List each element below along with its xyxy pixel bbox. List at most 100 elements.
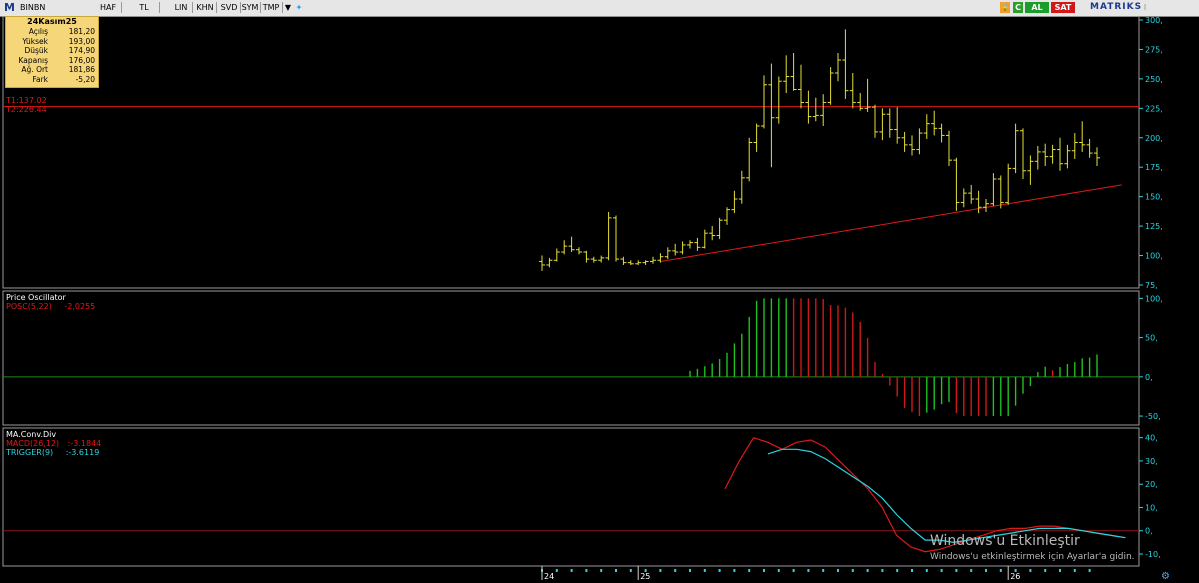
svd-button[interactable]: SVD	[218, 2, 241, 13]
date-axis-tick	[940, 569, 943, 572]
date-axis-tick	[911, 569, 913, 572]
date-axis-tick	[807, 569, 810, 572]
macd-y-tick-label: -10,	[1145, 550, 1161, 559]
t2-label: T2:226.44	[6, 105, 47, 114]
date-axis-tick	[689, 569, 691, 572]
settings-icon[interactable]: ⚙	[1161, 571, 1170, 582]
date-axis-tick	[866, 569, 869, 572]
date-axis-tick	[629, 569, 632, 572]
price-y-tick-label: 200,	[1145, 134, 1163, 143]
price-bar	[642, 260, 649, 265]
template-button[interactable]: TMP	[260, 2, 283, 13]
price-bar	[1020, 128, 1026, 179]
info-row-diff: Fark -5,20	[32, 74, 95, 84]
price-bar	[590, 256, 597, 263]
chart-area[interactable]: 75,100,125,150,175,200,225,250,275,300,-…	[0, 16, 1199, 583]
price-bar	[553, 248, 560, 262]
price-bar	[576, 247, 582, 255]
price-bar	[1064, 144, 1071, 169]
price-bar	[605, 211, 612, 261]
price-y-tick-label: 275,	[1145, 45, 1163, 54]
macd-y-tick-label: 20,	[1145, 480, 1158, 489]
price-y-tick-label: 125,	[1145, 222, 1163, 231]
lock-icon[interactable]: 🔒	[1000, 2, 1010, 13]
date-axis-label: 24	[544, 572, 554, 581]
price-y-tick-label: 150,	[1145, 193, 1163, 202]
trigger-line	[767, 448, 1126, 544]
price-bar	[983, 199, 989, 212]
price-bar	[827, 67, 834, 105]
price-bar	[539, 255, 545, 271]
price-bar	[716, 217, 723, 240]
hourly-button[interactable]: HAF	[95, 2, 122, 13]
price-bar	[761, 75, 767, 129]
date-axis-tick	[1059, 569, 1061, 572]
price-bar	[812, 97, 819, 122]
refresh-icon[interactable]: C	[1013, 2, 1023, 13]
trigger-label: TRIGGER(9) :-3.6119	[6, 448, 100, 457]
symbol-field[interactable]: BINBN	[20, 3, 45, 12]
date-axis-tick	[615, 569, 617, 572]
dropdown-arrow-icon[interactable]: ▼	[283, 2, 293, 13]
price-bar	[650, 256, 656, 264]
price-bar	[620, 256, 627, 265]
candle-button[interactable]: KHN	[194, 2, 217, 13]
price-bar	[1094, 147, 1100, 167]
price-bar	[1027, 155, 1034, 185]
price-bar	[1079, 121, 1086, 152]
price-bar	[946, 130, 952, 167]
price-y-tick-label: 300,	[1145, 16, 1163, 25]
date-axis-tick	[792, 569, 795, 572]
price-bar	[835, 52, 841, 82]
price-bar	[775, 76, 782, 124]
price-bar	[1012, 123, 1019, 174]
price-bar	[790, 52, 797, 91]
linear-button[interactable]: LIN	[170, 2, 193, 13]
date-axis-tick	[985, 569, 987, 572]
price-bar	[664, 247, 671, 260]
price-bar	[783, 55, 790, 94]
date-axis-tick	[555, 569, 558, 572]
price-bar	[701, 229, 708, 249]
price-bar	[901, 131, 908, 152]
macd-y-tick-label: 0,	[1145, 527, 1153, 536]
macd-label: MACD(26,12) :-3.1844	[6, 439, 102, 448]
price-bar	[613, 215, 619, 262]
info-date: 24Kasım25	[27, 17, 77, 26]
date-axis-tick	[1073, 569, 1076, 572]
price-bar	[753, 123, 760, 152]
price-y-tick-label: 250,	[1145, 75, 1163, 84]
date-axis-tick	[703, 569, 706, 572]
date-axis-tick	[718, 569, 721, 572]
ohlc-info-box: 24Kasım25 Açılış 181,20 Yüksek 193,00 Düşü…	[5, 16, 99, 88]
osc-y-tick-label: 50,	[1145, 334, 1158, 343]
price-bar	[968, 184, 975, 204]
info-row-open: Açılış 181,20	[28, 27, 95, 36]
info-row-high: Yüksek 193,00	[22, 36, 95, 46]
sell-button[interactable]: SAT	[1051, 2, 1075, 13]
price-y-tick-label: 175,	[1145, 163, 1163, 172]
panel-frame-1	[2, 290, 1140, 426]
currency-button[interactable]: TL	[129, 2, 160, 13]
price-bar	[849, 73, 856, 109]
buy-button[interactable]: AL	[1025, 2, 1049, 13]
info-row-avg: Ağ. Ort 181,86	[21, 65, 95, 74]
date-axis-tick	[570, 569, 573, 572]
date-axis-tick	[1029, 569, 1032, 572]
price-bar	[1034, 146, 1041, 170]
price-bar	[731, 190, 738, 214]
price-bar	[724, 207, 730, 225]
price-bar	[894, 107, 901, 144]
date-axis-tick	[1044, 569, 1047, 572]
price-bar	[1042, 143, 1049, 167]
panel-frame-0	[2, 16, 1140, 289]
date-axis-tick	[837, 569, 839, 572]
price-bar	[879, 108, 886, 141]
price-bar	[820, 94, 827, 126]
price-bar	[738, 170, 745, 204]
twitter-icon[interactable]: ✦	[294, 2, 304, 13]
price-bar	[923, 114, 930, 139]
date-axis-tick	[822, 569, 825, 572]
menu-icon[interactable]: ⁝	[1140, 2, 1150, 13]
sym-button[interactable]: SYM	[240, 2, 261, 13]
